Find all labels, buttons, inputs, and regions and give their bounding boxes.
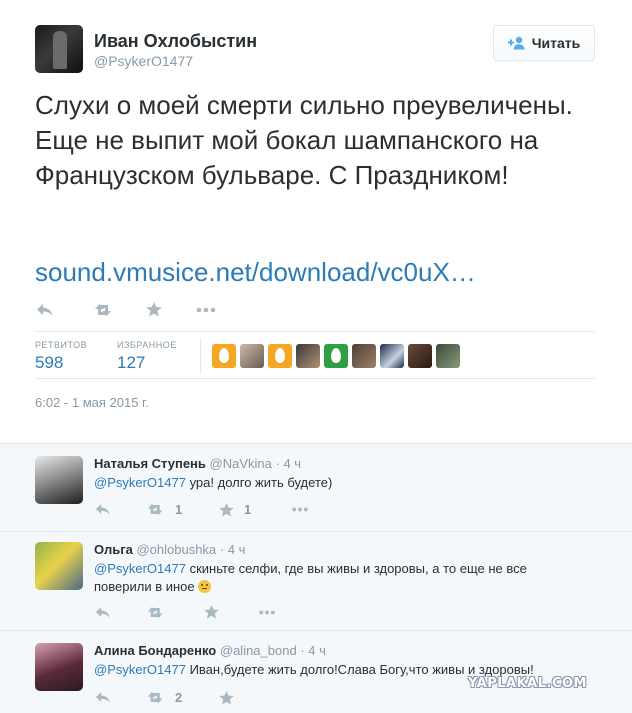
add-user-icon bbox=[507, 36, 525, 50]
reply-time[interactable]: · 4 ч bbox=[220, 542, 246, 557]
favoriter-avatar[interactable] bbox=[268, 344, 292, 368]
reply-item: Алина Бондаренко @alina_bond · 4 ч @Psyk… bbox=[0, 631, 632, 713]
reply-actions: 1 1 bbox=[95, 502, 309, 517]
favorites-label: ИЗБРАННОЕ bbox=[117, 340, 177, 350]
reply-text: @PsykerO1477 скиньте селфи, где вы живы … bbox=[94, 560, 584, 596]
reply-mention[interactable]: @PsykerO1477 bbox=[94, 662, 186, 677]
reply-icon[interactable] bbox=[36, 303, 94, 317]
reply-header: Алина Бондаренко @alina_bond · 4 ч bbox=[94, 643, 326, 658]
confused-face-icon bbox=[198, 580, 212, 593]
replies-list: Наталья Ступень @NaVkina · 4 ч @PsykerO1… bbox=[0, 443, 632, 713]
favoriter-avatar[interactable] bbox=[408, 344, 432, 368]
favorites-count[interactable]: 127 bbox=[117, 353, 145, 373]
reply-icon[interactable] bbox=[95, 503, 147, 516]
reply-author-handle[interactable]: @ohlobushka bbox=[136, 542, 216, 557]
reply-avatar[interactable] bbox=[35, 542, 83, 590]
retweet-icon[interactable]: 1 bbox=[147, 502, 219, 517]
reply-mention[interactable]: @PsykerO1477 bbox=[94, 561, 186, 576]
favorite-icon[interactable] bbox=[204, 605, 258, 619]
reply-author-name[interactable]: Ольга bbox=[94, 542, 133, 557]
reply-header: Наталья Ступень @NaVkina · 4 ч bbox=[94, 456, 301, 471]
reply-mention[interactable]: @PsykerO1477 bbox=[94, 475, 186, 490]
reply-icon[interactable] bbox=[95, 606, 147, 619]
author-handle[interactable]: @PsykerO1477 bbox=[94, 53, 193, 69]
author-avatar[interactable] bbox=[35, 25, 83, 73]
reply-body: ура! долго жить будете) bbox=[185, 475, 333, 490]
favoriters-avatars bbox=[212, 344, 460, 368]
retweet-icon[interactable] bbox=[94, 303, 146, 317]
favoriter-avatar[interactable] bbox=[380, 344, 404, 368]
reply-body: Иван,будете жить долго!Слава Богу,что жи… bbox=[185, 662, 534, 677]
follow-button[interactable]: Читать bbox=[493, 25, 595, 61]
reply-actions bbox=[95, 605, 276, 619]
tweet-timestamp[interactable]: 6:02 - 1 мая 2015 г. bbox=[35, 395, 149, 410]
favorite-icon[interactable] bbox=[219, 690, 279, 705]
watermark: YAPLAKAL.COM bbox=[468, 676, 587, 691]
retweet-count: 2 bbox=[175, 690, 183, 705]
reply-actions: 2 bbox=[95, 690, 279, 705]
retweets-label: РЕТВИТОВ bbox=[35, 340, 88, 350]
reply-header: Ольга @ohlobushka · 4 ч bbox=[94, 542, 245, 557]
more-icon[interactable] bbox=[291, 507, 309, 512]
reply-text: @PsykerO1477 ура! долго жить будете) bbox=[94, 474, 594, 492]
retweets-count[interactable]: 598 bbox=[35, 353, 63, 373]
reply-item: Наталья Ступень @NaVkina · 4 ч @PsykerO1… bbox=[0, 444, 632, 532]
retweet-icon[interactable] bbox=[147, 606, 204, 619]
favorite-icon[interactable]: 1 bbox=[219, 502, 291, 517]
favoriter-avatar[interactable] bbox=[240, 344, 264, 368]
reply-author-name[interactable]: Алина Бондаренко bbox=[94, 643, 216, 658]
reply-time[interactable]: · 4 ч bbox=[276, 456, 302, 471]
follow-label: Читать bbox=[531, 35, 581, 51]
reply-author-handle[interactable]: @alina_bond bbox=[220, 643, 297, 658]
reply-time[interactable]: · 4 ч bbox=[300, 643, 326, 658]
main-tweet: Иван Охлобыстин @PsykerO1477 Читать Слух… bbox=[0, 0, 632, 443]
author-name[interactable]: Иван Охлобыстин bbox=[94, 31, 257, 52]
favoriter-avatar[interactable] bbox=[212, 344, 236, 368]
more-icon[interactable] bbox=[258, 610, 276, 615]
reply-author-name[interactable]: Наталья Ступень bbox=[94, 456, 206, 471]
tweet-text: Слухи о моей смерти сильно преувеличены.… bbox=[35, 90, 573, 190]
more-icon[interactable] bbox=[196, 307, 216, 313]
tweet-actions bbox=[36, 302, 216, 317]
tweet-link[interactable]: sound.vmusice.net/download/vc0uX… bbox=[35, 257, 476, 288]
reply-avatar[interactable] bbox=[35, 643, 83, 691]
tweet-stats: РЕТВИТОВ 598 ИЗБРАННОЕ 127 bbox=[35, 331, 595, 379]
favoriter-avatar[interactable] bbox=[436, 344, 460, 368]
stats-divider bbox=[200, 338, 201, 374]
reply-icon[interactable] bbox=[95, 691, 147, 704]
retweet-icon[interactable]: 2 bbox=[147, 690, 219, 705]
favoriter-avatar[interactable] bbox=[296, 344, 320, 368]
favoriter-avatar[interactable] bbox=[352, 344, 376, 368]
favorite-icon[interactable] bbox=[146, 302, 196, 317]
reply-author-handle[interactable]: @NaVkina bbox=[210, 456, 272, 471]
favoriter-avatar[interactable] bbox=[324, 344, 348, 368]
retweet-count: 1 bbox=[175, 502, 183, 517]
reply-avatar[interactable] bbox=[35, 456, 83, 504]
reply-item: Ольга @ohlobushka · 4 ч @PsykerO1477 ски… bbox=[0, 532, 632, 631]
favorite-count: 1 bbox=[244, 502, 252, 517]
